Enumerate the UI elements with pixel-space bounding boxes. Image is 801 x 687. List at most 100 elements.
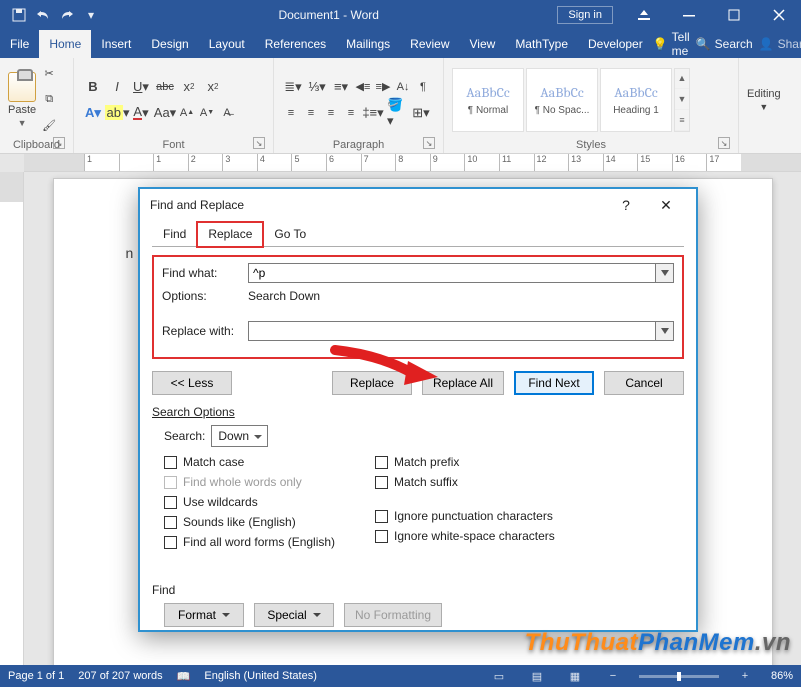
dialog-close-button[interactable]: ✕ [646, 191, 686, 219]
horizontal-ruler[interactable]: 1 12 34 56 78 910 1112 1314 1516 17 [24, 154, 801, 172]
underline-button[interactable]: U▾ [130, 76, 152, 98]
close-button[interactable] [756, 0, 801, 30]
zoom-slider[interactable] [639, 675, 719, 678]
clear-formatting-button[interactable]: A̶ [218, 102, 236, 124]
shrink-font-button[interactable]: A▼ [198, 102, 216, 124]
cancel-button[interactable]: Cancel [604, 371, 684, 395]
tab-home[interactable]: Home [39, 30, 91, 58]
vertical-ruler[interactable] [0, 172, 24, 665]
minimize-button[interactable] [666, 0, 711, 30]
tab-references[interactable]: References [255, 30, 336, 58]
tab-mailings[interactable]: Mailings [336, 30, 400, 58]
numbering-button[interactable]: ⅓▾ [306, 76, 328, 98]
cb-match-suffix[interactable]: Match suffix [375, 475, 555, 489]
tab-layout[interactable]: Layout [199, 30, 255, 58]
align-center-button[interactable]: ≡ [302, 102, 320, 124]
dialog-tab-goto[interactable]: Go To [263, 222, 317, 247]
styles-dialog-launcher[interactable]: ↘ [718, 137, 730, 149]
format-button[interactable]: Format [164, 603, 244, 627]
italic-button[interactable]: I [106, 76, 128, 98]
cut-icon[interactable]: ✂ [40, 63, 58, 85]
share-button[interactable]: 👤Share [759, 37, 801, 51]
qat-more-icon[interactable]: ▾ [82, 6, 100, 24]
search-dir-select[interactable]: Down [211, 425, 268, 447]
format-painter-icon[interactable]: 🖌 [40, 115, 58, 137]
borders-button[interactable]: ⊞▾ [410, 102, 432, 124]
replace-all-button[interactable]: Replace All [422, 371, 504, 395]
cb-wildcards[interactable]: Use wildcards [164, 495, 335, 509]
tab-insert[interactable]: Insert [91, 30, 141, 58]
bold-button[interactable]: B [82, 76, 104, 98]
tab-developer[interactable]: Developer [578, 30, 653, 58]
superscript-button[interactable]: x2 [202, 76, 224, 98]
maximize-button[interactable] [711, 0, 756, 30]
style-no-spacing[interactable]: AaBbCc¶ No Spac... [526, 68, 598, 132]
style-normal[interactable]: AaBbCc¶ Normal [452, 68, 524, 132]
decrease-indent-button[interactable]: ◀≡ [354, 76, 372, 98]
save-icon[interactable] [10, 6, 28, 24]
find-what-input[interactable] [248, 263, 656, 283]
zoom-in-button[interactable]: + [733, 667, 757, 685]
multilevel-button[interactable]: ≡▾ [330, 76, 352, 98]
editing-button[interactable]: Editing▼ [747, 88, 781, 112]
style-heading1[interactable]: AaBbCcHeading 1 [600, 68, 672, 132]
strike-button[interactable]: abc [154, 76, 176, 98]
dialog-titlebar[interactable]: Find and Replace ? ✕ [140, 189, 696, 221]
tab-review[interactable]: Review [400, 30, 459, 58]
tab-view[interactable]: View [460, 30, 506, 58]
status-proofing-icon[interactable]: 📖 [177, 670, 191, 683]
cb-sounds-like[interactable]: Sounds like (English) [164, 515, 335, 529]
styles-gallery[interactable]: AaBbCc¶ Normal AaBbCc¶ No Spac... AaBbCc… [452, 68, 690, 132]
replace-with-input[interactable] [248, 321, 656, 341]
bullets-button[interactable]: ≣▾ [282, 76, 304, 98]
undo-icon[interactable] [34, 6, 52, 24]
text-effects-button[interactable]: A▾ [82, 102, 104, 124]
find-what-dropdown[interactable] [656, 263, 674, 283]
view-read-icon[interactable]: ▭ [487, 667, 511, 685]
zoom-out-button[interactable]: − [601, 667, 625, 685]
font-color-button[interactable]: A▾ [130, 102, 152, 124]
styles-expand[interactable]: ▲▼≡ [674, 68, 690, 132]
tab-design[interactable]: Design [141, 30, 198, 58]
increase-indent-button[interactable]: ≡▶ [374, 76, 392, 98]
dialog-help-button[interactable]: ? [606, 191, 646, 219]
redo-icon[interactable] [58, 6, 76, 24]
align-left-button[interactable]: ≡ [282, 102, 300, 124]
status-lang[interactable]: English (United States) [204, 670, 317, 682]
font-dialog-launcher[interactable]: ↘ [253, 137, 265, 149]
cb-match-case[interactable]: Match case [164, 455, 335, 469]
cb-match-prefix[interactable]: Match prefix [375, 455, 555, 469]
search-button[interactable]: 🔍Search [696, 37, 753, 51]
grow-font-button[interactable]: A▲ [178, 102, 196, 124]
change-case-button[interactable]: Aa▾ [154, 102, 176, 124]
cb-ignore-punct[interactable]: Ignore punctuation characters [375, 509, 555, 523]
signin-button[interactable]: Sign in [557, 6, 613, 24]
paragraph-dialog-launcher[interactable]: ↘ [423, 137, 435, 149]
tab-file[interactable]: File [0, 30, 39, 58]
status-page[interactable]: Page 1 of 1 [8, 670, 64, 682]
line-spacing-button[interactable]: ‡≡▾ [362, 102, 384, 124]
status-words[interactable]: 207 of 207 words [78, 670, 162, 682]
less-button[interactable]: << Less [152, 371, 232, 395]
dialog-tab-replace[interactable]: Replace [197, 222, 263, 247]
tab-mathtype[interactable]: MathType [505, 30, 578, 58]
ribbon-options-icon[interactable] [621, 0, 666, 30]
justify-button[interactable]: ≡ [342, 102, 360, 124]
tell-me-button[interactable]: 💡Tell me [653, 30, 690, 58]
view-web-icon[interactable]: ▦ [563, 667, 587, 685]
paste-button[interactable]: Paste ▼ [8, 72, 36, 128]
dialog-tab-find[interactable]: ​Find [152, 222, 197, 247]
highlight-button[interactable]: ab▾ [106, 102, 128, 124]
align-right-button[interactable]: ≡ [322, 102, 340, 124]
sort-button[interactable]: A↓ [394, 76, 412, 98]
special-button[interactable]: Special [254, 603, 334, 627]
zoom-value[interactable]: 86% [771, 670, 793, 682]
shading-button[interactable]: 🪣▾ [386, 102, 408, 124]
copy-icon[interactable]: ⧉ [40, 89, 58, 111]
clipboard-dialog-launcher[interactable]: ↘ [53, 137, 65, 149]
replace-button[interactable]: Replace [332, 371, 412, 395]
cb-all-word-forms[interactable]: Find all word forms (English) [164, 535, 335, 549]
replace-with-dropdown[interactable] [656, 321, 674, 341]
find-next-button[interactable]: Find Next [514, 371, 594, 395]
subscript-button[interactable]: x2 [178, 76, 200, 98]
